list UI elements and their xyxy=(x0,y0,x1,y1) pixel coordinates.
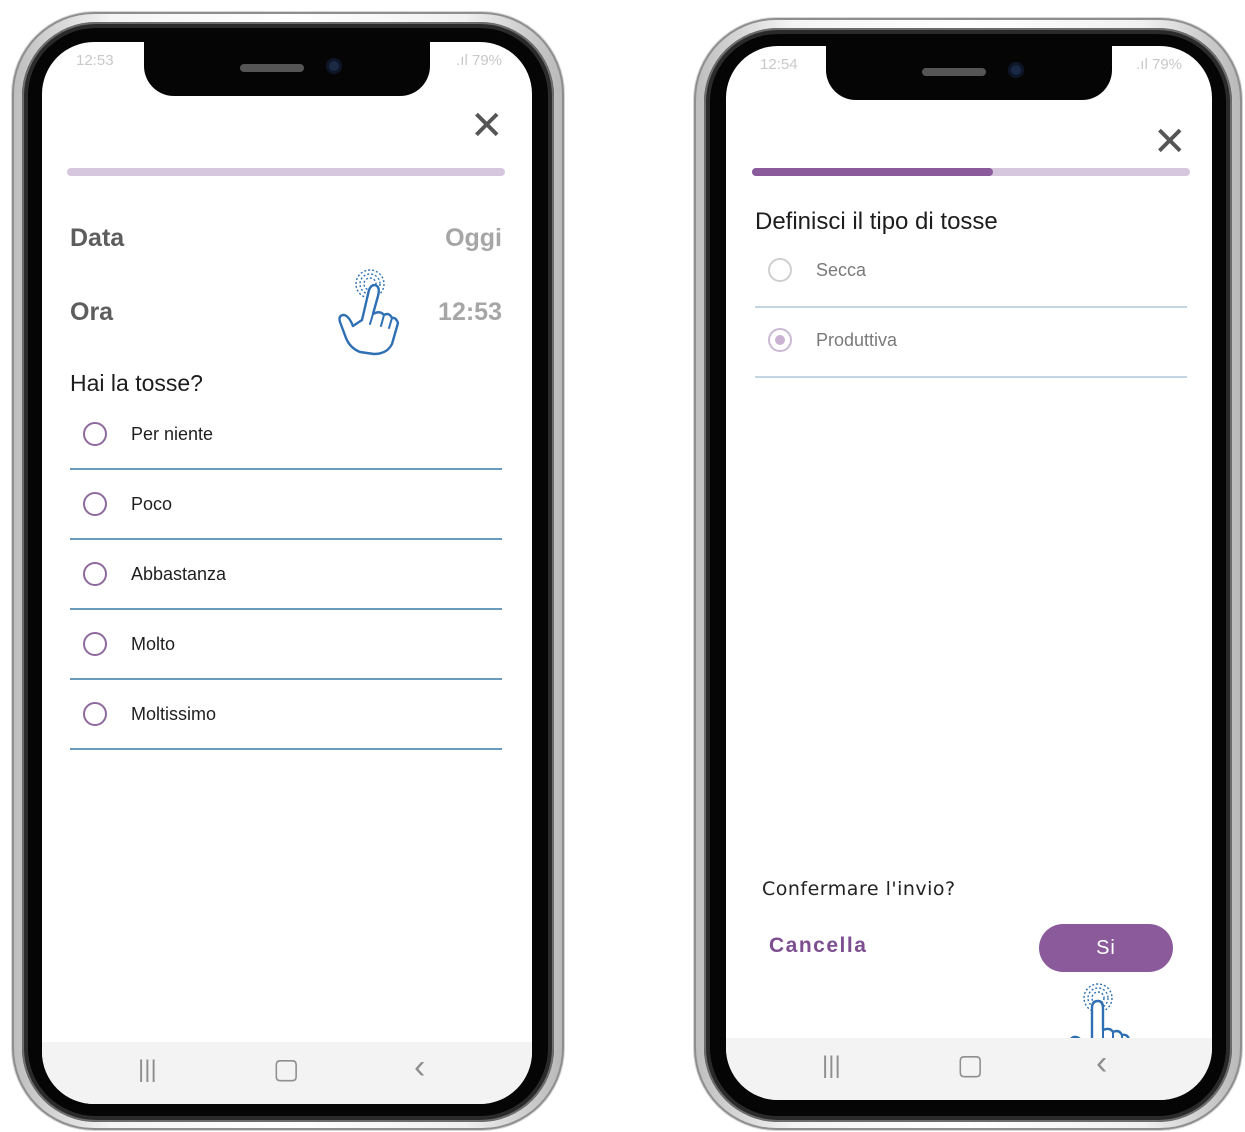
question-title: Definisci il tipo di tosse xyxy=(755,208,998,235)
option-per-niente[interactable]: Per niente xyxy=(70,400,502,470)
speaker xyxy=(240,64,304,72)
speaker xyxy=(922,68,986,76)
phone-left: 12:53 .ıl 79% ✕ Data Oggi Ora 12:53 Hai … xyxy=(12,12,564,1130)
option-secca[interactable]: Secca xyxy=(755,238,1187,308)
recent-apps-icon[interactable]: ||| xyxy=(822,1052,841,1080)
status-battery: .ıl 79% xyxy=(1136,56,1182,73)
progress-fill xyxy=(752,168,993,176)
divider xyxy=(755,376,1187,378)
option-poco[interactable]: Poco xyxy=(70,470,502,540)
time-label: Ora xyxy=(70,298,114,326)
radio-button[interactable] xyxy=(83,702,107,726)
option-label: Molto xyxy=(131,634,176,654)
close-icon[interactable]: ✕ xyxy=(1153,122,1187,162)
cancel-button[interactable]: Cancella xyxy=(769,934,867,958)
notch xyxy=(144,42,430,96)
notch xyxy=(826,46,1112,100)
radio-button[interactable] xyxy=(83,422,107,446)
status-time: 12:53 xyxy=(76,52,114,69)
status-time: 12:54 xyxy=(760,56,798,73)
android-nav-bar: ||| ▢ ‹ xyxy=(726,1038,1212,1100)
radio-button[interactable] xyxy=(768,258,792,282)
yes-button[interactable]: Si xyxy=(1039,924,1173,972)
confirm-text: Confermare l'invio? xyxy=(762,878,956,900)
option-produttiva[interactable]: Produttiva xyxy=(755,308,1187,378)
android-nav-bar: ||| ▢ ‹ xyxy=(42,1042,532,1104)
screen-cough-type: 12:54 .ıl 79% ✕ Definisci il tipo di tos… xyxy=(726,46,1212,1100)
option-label: Abbastanza xyxy=(131,564,227,584)
option-molto[interactable]: Molto xyxy=(70,610,502,680)
option-label: Secca xyxy=(816,260,867,280)
divider xyxy=(70,748,502,750)
camera xyxy=(326,58,342,74)
radio-button-selected[interactable] xyxy=(768,328,792,352)
option-label: Poco xyxy=(131,494,173,514)
date-value[interactable]: Oggi xyxy=(445,224,502,253)
screen-cough-question: 12:53 .ıl 79% ✕ Data Oggi Ora 12:53 Hai … xyxy=(42,42,532,1104)
radio-button[interactable] xyxy=(83,562,107,586)
phone-right: 12:54 .ıl 79% ✕ Definisci il tipo di tos… xyxy=(694,18,1242,1130)
tap-hand-icon xyxy=(338,269,400,356)
status-battery: .ıl 79% xyxy=(456,52,502,69)
question-title: Hai la tosse? xyxy=(70,370,203,396)
option-label: Per niente xyxy=(131,424,214,444)
progress-bar xyxy=(752,168,1190,176)
close-icon[interactable]: ✕ xyxy=(470,106,504,146)
camera xyxy=(1008,62,1024,78)
home-icon[interactable]: ▢ xyxy=(273,1052,299,1085)
back-icon[interactable]: ‹ xyxy=(1096,1044,1107,1083)
option-moltissimo[interactable]: Moltissimo xyxy=(70,680,502,750)
option-label: Produttiva xyxy=(816,330,898,350)
date-label: Data xyxy=(70,224,125,252)
option-abbastanza[interactable]: Abbastanza xyxy=(70,540,502,610)
recent-apps-icon[interactable]: ||| xyxy=(138,1056,157,1084)
progress-bar xyxy=(67,168,505,176)
radio-button[interactable] xyxy=(83,492,107,516)
option-label: Moltissimo xyxy=(131,704,217,724)
back-icon[interactable]: ‹ xyxy=(414,1048,425,1087)
home-icon[interactable]: ▢ xyxy=(957,1048,983,1081)
radio-button[interactable] xyxy=(83,632,107,656)
time-value[interactable]: 12:53 xyxy=(438,298,502,327)
